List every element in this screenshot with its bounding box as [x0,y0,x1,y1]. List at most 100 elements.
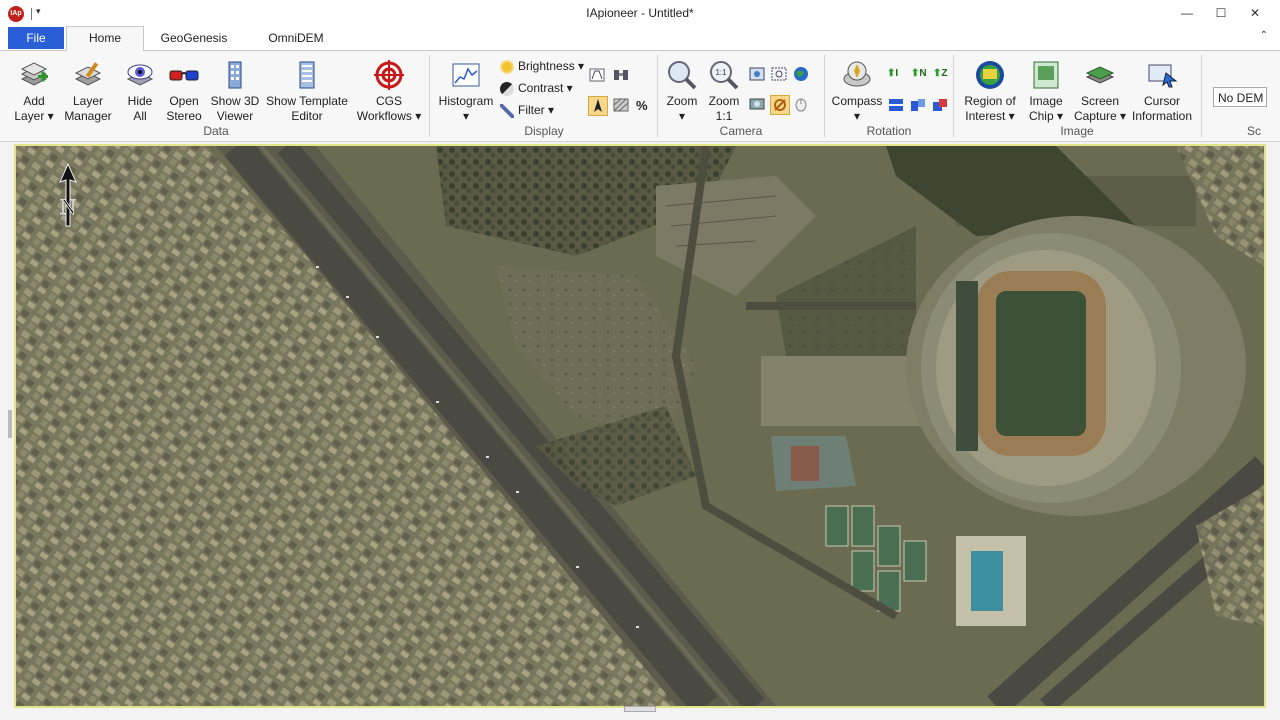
left-resize-grip[interactable] [8,410,12,438]
maximize-button[interactable]: ☐ [1204,2,1238,24]
template-building-icon [299,61,315,89]
filter-button[interactable]: Filter ▾ [500,101,554,119]
cursor-information-label-2: Information [1131,109,1193,123]
tab-home[interactable]: Home [66,26,144,52]
group-label-scene: Sc [1247,124,1262,138]
zoom-1-1-button[interactable]: 1:1 Zoom 1:1 [704,57,744,124]
zoom-1-1-label-1: Zoom [708,94,740,108]
ribbon-group-rotation: Compass ▾ ⬆I ⬆N ⬆Z Rotation [825,51,953,141]
stretch-curve-icon[interactable] [588,66,606,84]
window-title: IApioneer - Untitled* [586,6,694,20]
tab-file[interactable]: File [8,27,64,49]
histogram-icon [452,63,480,87]
magnifier-icon [668,61,697,90]
layer-manager-button[interactable]: Layer Manager [62,57,114,124]
ribbon-group-camera: Zoom ▾ 1:1 Zoom 1:1 Camera [658,51,824,141]
region-of-interest-label-2: Interest ▾ [965,109,1015,123]
compass-button[interactable]: Compass ▾ [829,57,885,124]
binoculars-icon[interactable] [612,66,630,84]
image-chip-label-2: Chip ▾ [1028,109,1064,123]
ribbon-group-display: Histogram ▾ Brightness ▾ Contrast ▾ Filt… [430,51,658,141]
open-stereo-button[interactable]: Open Stereo [164,57,204,124]
ribbon-group-data: Add Layer ▾ Layer Manager Hide All Open … [0,51,432,141]
image-chip-button[interactable]: Image Chip ▾ [1024,57,1068,124]
tab-geogenesis[interactable]: GeoGenesis [150,27,238,49]
compass-icon [843,61,871,87]
north-arrow-toggle-icon[interactable] [588,96,608,116]
region-of-interest-icon [976,61,1004,89]
rot-label-i: I [895,68,899,79]
screen-capture-button[interactable]: Screen Capture ▾ [1068,57,1132,124]
contrast-label: Contrast ▾ [518,81,573,95]
layer-manager-label-1: Layer [72,94,104,108]
pan-link-icon[interactable] [770,95,790,115]
bottom-resize-grip[interactable] [624,706,656,712]
show-3d-viewer-button[interactable]: Show 3D Viewer [210,57,260,124]
contrast-button[interactable]: Contrast ▾ [500,79,573,97]
zoom-region-icon[interactable] [770,65,788,83]
north-arrow-icon: N [56,164,80,228]
flip-horizontal-icon[interactable] [887,96,905,114]
hide-all-button[interactable]: Hide All [120,57,160,124]
rotate-z-button[interactable]: ⬆Z [933,65,948,83]
histogram-label-1: Histogram [438,94,494,108]
cgs-workflows-button[interactable]: CGS Workflows ▾ [354,57,424,124]
tab-omnidem[interactable]: OmniDEM [252,27,340,49]
dem-select[interactable]: No DEM [1213,87,1267,107]
histogram-button[interactable]: Histogram ▾ [434,57,498,124]
rot-label-z: Z [941,68,948,79]
rotate-north-button[interactable]: ⬆N [911,65,927,83]
layer-manager-icon [74,62,102,86]
close-button[interactable]: ✕ [1238,2,1272,24]
compass-label-2: ▾ [853,109,861,123]
image-viewer[interactable]: N [14,144,1266,708]
dem-select-value: No DEM [1218,91,1264,105]
image-chip-label-1: Image [1029,94,1063,108]
group-label-data: Data [203,124,229,138]
screen-capture-label-1: Screen [1080,94,1120,108]
minimize-button[interactable]: — [1170,2,1204,24]
zoom-label-2: ▾ [678,109,686,123]
cgs-workflows-label-1: CGS [375,94,402,108]
hide-all-label-2: All [133,109,147,123]
group-label-rotation: Rotation [866,124,912,138]
brightness-label: Brightness ▾ [518,59,585,73]
target-crosshair-icon [374,60,404,90]
title-bar: IAp ▾ IApioneer - Untitled* — ☐ ✕ [0,0,1280,26]
show-template-editor-label-1: Show Template [266,94,348,108]
histogram-label-2: ▾ [462,109,470,123]
cgs-workflows-label-2: Workflows ▾ [356,109,422,123]
zoom-button[interactable]: Zoom ▾ [662,57,702,124]
flip-vertical-icon[interactable] [909,96,927,114]
screen-capture-label-2: Capture ▾ [1073,109,1127,123]
show-template-editor-button[interactable]: Show Template Editor [264,57,350,124]
screen-capture-icon [1085,66,1115,84]
rotate-image-button[interactable]: ⬆I [887,65,898,83]
sun-brightness-icon [500,59,514,74]
hide-all-label-1: Hide [127,94,153,108]
cursor-information-label-1: Cursor [1143,94,1180,108]
ribbon-collapse-icon[interactable]: ⌃ [1260,30,1268,41]
north-arrow-graphic: N [59,164,77,227]
pattern-fill-icon[interactable] [612,96,630,114]
fit-extent-icon[interactable] [748,65,766,83]
brightness-button[interactable]: Brightness ▾ [500,57,584,75]
filter-wand-icon [500,103,514,118]
percent-button[interactable]: % [636,97,648,115]
add-layer-label-1: Add [23,94,45,108]
camera-view-icon[interactable] [748,95,766,113]
reset-rotation-icon[interactable] [931,96,949,114]
ribbon-home: Add Layer ▾ Layer Manager Hide All Open … [0,51,1280,142]
cursor-information-button[interactable]: Cursor Information [1126,57,1198,124]
add-layer-button[interactable]: Add Layer ▾ [12,57,56,124]
mouse-icon[interactable] [792,95,810,113]
globe-icon[interactable] [792,65,810,83]
hide-all-eye-icon [126,64,154,86]
zoom-label-1: Zoom [666,94,698,108]
satellite-image[interactable] [16,146,1264,706]
filter-label: Filter ▾ [518,103,555,117]
zoom-1-1-label-2: 1:1 [715,109,733,123]
region-of-interest-button[interactable]: Region of Interest ▾ [958,57,1022,124]
cursor-information-icon [1148,64,1178,88]
add-layer-label-2: Layer ▾ [14,109,54,123]
